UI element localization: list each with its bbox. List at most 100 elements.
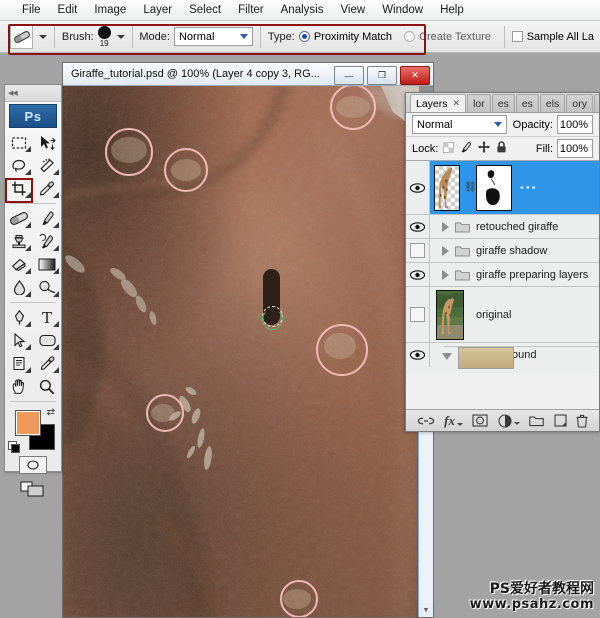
hand-tool[interactable] bbox=[5, 375, 33, 398]
menu-item-analysis[interactable]: Analysis bbox=[273, 2, 332, 18]
canvas-area[interactable]: ▼ bbox=[63, 86, 433, 617]
eraser-tool[interactable] bbox=[5, 253, 33, 276]
lock-image-pixels-icon[interactable] bbox=[460, 141, 472, 156]
menu-item-layer[interactable]: Layer bbox=[135, 2, 180, 18]
close-button[interactable]: ✕ bbox=[400, 66, 430, 85]
disclosure-triangle-icon[interactable] bbox=[442, 245, 449, 256]
tab-swatches[interactable]: es bbox=[515, 94, 539, 112]
spot-healing-brush-icon[interactable] bbox=[10, 24, 34, 49]
tab-history[interactable]: ory bbox=[566, 94, 593, 112]
swap-colors-icon[interactable]: ⇄ bbox=[47, 407, 55, 418]
brush-tool[interactable] bbox=[33, 207, 61, 230]
lasso-tool[interactable] bbox=[5, 154, 33, 177]
table-row[interactable]: ⛓ ••• bbox=[406, 161, 599, 215]
menu-item-edit[interactable]: Edit bbox=[50, 2, 86, 18]
menu-item-select[interactable]: Select bbox=[181, 2, 229, 18]
gradient-tool[interactable] bbox=[33, 253, 61, 276]
scroll-down-arrow-icon[interactable]: ▼ bbox=[419, 603, 433, 617]
close-icon[interactable]: ✕ bbox=[453, 98, 461, 109]
blend-mode-select[interactable]: Normal bbox=[173, 27, 254, 46]
eyedropper-tool[interactable] bbox=[33, 177, 61, 200]
menu-item-help[interactable]: Help bbox=[432, 2, 472, 18]
link-layers-button[interactable] bbox=[417, 416, 435, 426]
brush-preview[interactable]: 19 bbox=[97, 25, 111, 48]
menu-item-filter[interactable]: Filter bbox=[230, 2, 272, 18]
layer-blend-mode-select[interactable]: Normal bbox=[412, 115, 507, 134]
layer-content[interactable]: original bbox=[430, 287, 599, 342]
lock-transparent-pixels-icon[interactable] bbox=[442, 141, 455, 156]
menu-item-image[interactable]: Image bbox=[86, 2, 134, 18]
shape-tool[interactable] bbox=[33, 329, 61, 352]
foreground-color-swatch[interactable] bbox=[15, 410, 41, 436]
layer-visibility-toggle[interactable] bbox=[406, 343, 430, 367]
layer-visibility-toggle[interactable] bbox=[406, 215, 430, 238]
dodge-tool[interactable] bbox=[33, 276, 61, 299]
background-layer-thumbnail[interactable] bbox=[458, 347, 514, 369]
layer-content[interactable]: ⛓ ••• bbox=[430, 161, 599, 214]
history-brush-tool[interactable] bbox=[33, 230, 61, 253]
notes-tool[interactable] bbox=[5, 352, 33, 375]
new-adjustment-layer-button[interactable] bbox=[498, 413, 520, 428]
tab-layers[interactable]: Layers ✕ bbox=[410, 94, 467, 112]
eyedropper-tool-2[interactable] bbox=[33, 352, 61, 375]
layer-content[interactable]: giraffe shadow bbox=[430, 239, 599, 262]
type-tool[interactable]: T bbox=[33, 306, 61, 329]
document-title-bar[interactable]: Giraffe_tutorial.psd @ 100% (Layer 4 cop… bbox=[63, 63, 433, 86]
maximize-button[interactable]: ❐ bbox=[367, 66, 397, 85]
rectangular-marquee-tool[interactable] bbox=[5, 131, 33, 154]
screen-mode-icon[interactable] bbox=[20, 481, 46, 501]
crop-tool[interactable] bbox=[5, 177, 33, 200]
menu-item-window[interactable]: Window bbox=[374, 2, 431, 18]
default-colors-icon[interactable] bbox=[8, 441, 20, 453]
layer-content[interactable]: retouched giraffe bbox=[430, 215, 599, 238]
brush-chevron-down-icon[interactable] bbox=[116, 34, 125, 39]
table-row[interactable]: original bbox=[406, 287, 599, 343]
table-row[interactable]: giraffe shadow bbox=[406, 239, 599, 263]
layer-visibility-toggle[interactable] bbox=[406, 239, 430, 262]
tools-panel-header[interactable]: ◀◀ bbox=[5, 85, 61, 102]
clone-stamp-tool[interactable] bbox=[5, 230, 33, 253]
layer-mask-thumbnail[interactable] bbox=[476, 164, 512, 211]
minimize-button[interactable]: — bbox=[334, 66, 364, 85]
lock-all-icon[interactable] bbox=[496, 141, 507, 156]
menu-item-view[interactable]: View bbox=[332, 2, 373, 18]
lock-position-icon[interactable] bbox=[478, 141, 490, 156]
link-mask-icon[interactable]: ⛓ bbox=[464, 182, 477, 193]
layer-content[interactable]: giraffe preparing layers bbox=[430, 263, 599, 286]
menu-item-file[interactable]: File bbox=[14, 2, 49, 18]
disclosure-triangle-icon[interactable] bbox=[442, 221, 449, 232]
disclosure-triangle-icon[interactable] bbox=[442, 269, 449, 280]
path-selection-tool[interactable] bbox=[5, 329, 33, 352]
layer-visibility-toggle[interactable] bbox=[406, 287, 430, 342]
tab-actions[interactable]: ns bbox=[593, 94, 599, 112]
layer-thumbnail[interactable] bbox=[436, 289, 464, 340]
table-row[interactable]: retouched giraffe bbox=[406, 215, 599, 239]
spot-healing-brush-tool[interactable] bbox=[5, 207, 33, 230]
new-layer-button[interactable] bbox=[554, 414, 567, 427]
opacity-field[interactable]: 100% bbox=[557, 115, 593, 134]
tab-styles[interactable]: es bbox=[491, 94, 515, 112]
pen-tool[interactable] bbox=[5, 306, 33, 329]
disclosure-triangle-open-icon[interactable] bbox=[442, 353, 452, 360]
tool-preset-chevron-down-icon[interactable] bbox=[39, 34, 48, 39]
table-row[interactable]: giraffe preparing layers bbox=[406, 263, 599, 287]
layer-style-button[interactable]: fx bbox=[444, 413, 463, 429]
layer-thumbnail[interactable] bbox=[434, 164, 460, 211]
tab-channels[interactable]: els bbox=[539, 94, 566, 112]
collapse-arrows-icon[interactable]: ◀◀ bbox=[8, 90, 18, 97]
sample-all-layers-checkbox[interactable]: Sample All La bbox=[511, 31, 594, 43]
layer-visibility-toggle[interactable] bbox=[406, 263, 430, 286]
tab-color[interactable]: lor bbox=[467, 94, 491, 112]
blur-tool[interactable] bbox=[5, 276, 33, 299]
magic-wand-tool[interactable] bbox=[33, 154, 61, 177]
quick-mask-mode-icon[interactable] bbox=[19, 456, 47, 474]
radio-create-texture[interactable]: Create Texture bbox=[404, 31, 491, 43]
layer-visibility-toggle[interactable] bbox=[406, 161, 430, 214]
zoom-tool[interactable] bbox=[33, 375, 61, 398]
add-layer-mask-button[interactable] bbox=[472, 414, 488, 427]
layers-list[interactable]: ⛓ ••• retouched giraffe giraffe shadow g… bbox=[406, 161, 599, 373]
delete-layer-button[interactable] bbox=[576, 414, 588, 428]
move-tool[interactable] bbox=[33, 131, 61, 154]
fill-field[interactable]: 100% bbox=[557, 139, 593, 158]
radio-proximity-match[interactable]: Proximity Match bbox=[298, 31, 392, 43]
